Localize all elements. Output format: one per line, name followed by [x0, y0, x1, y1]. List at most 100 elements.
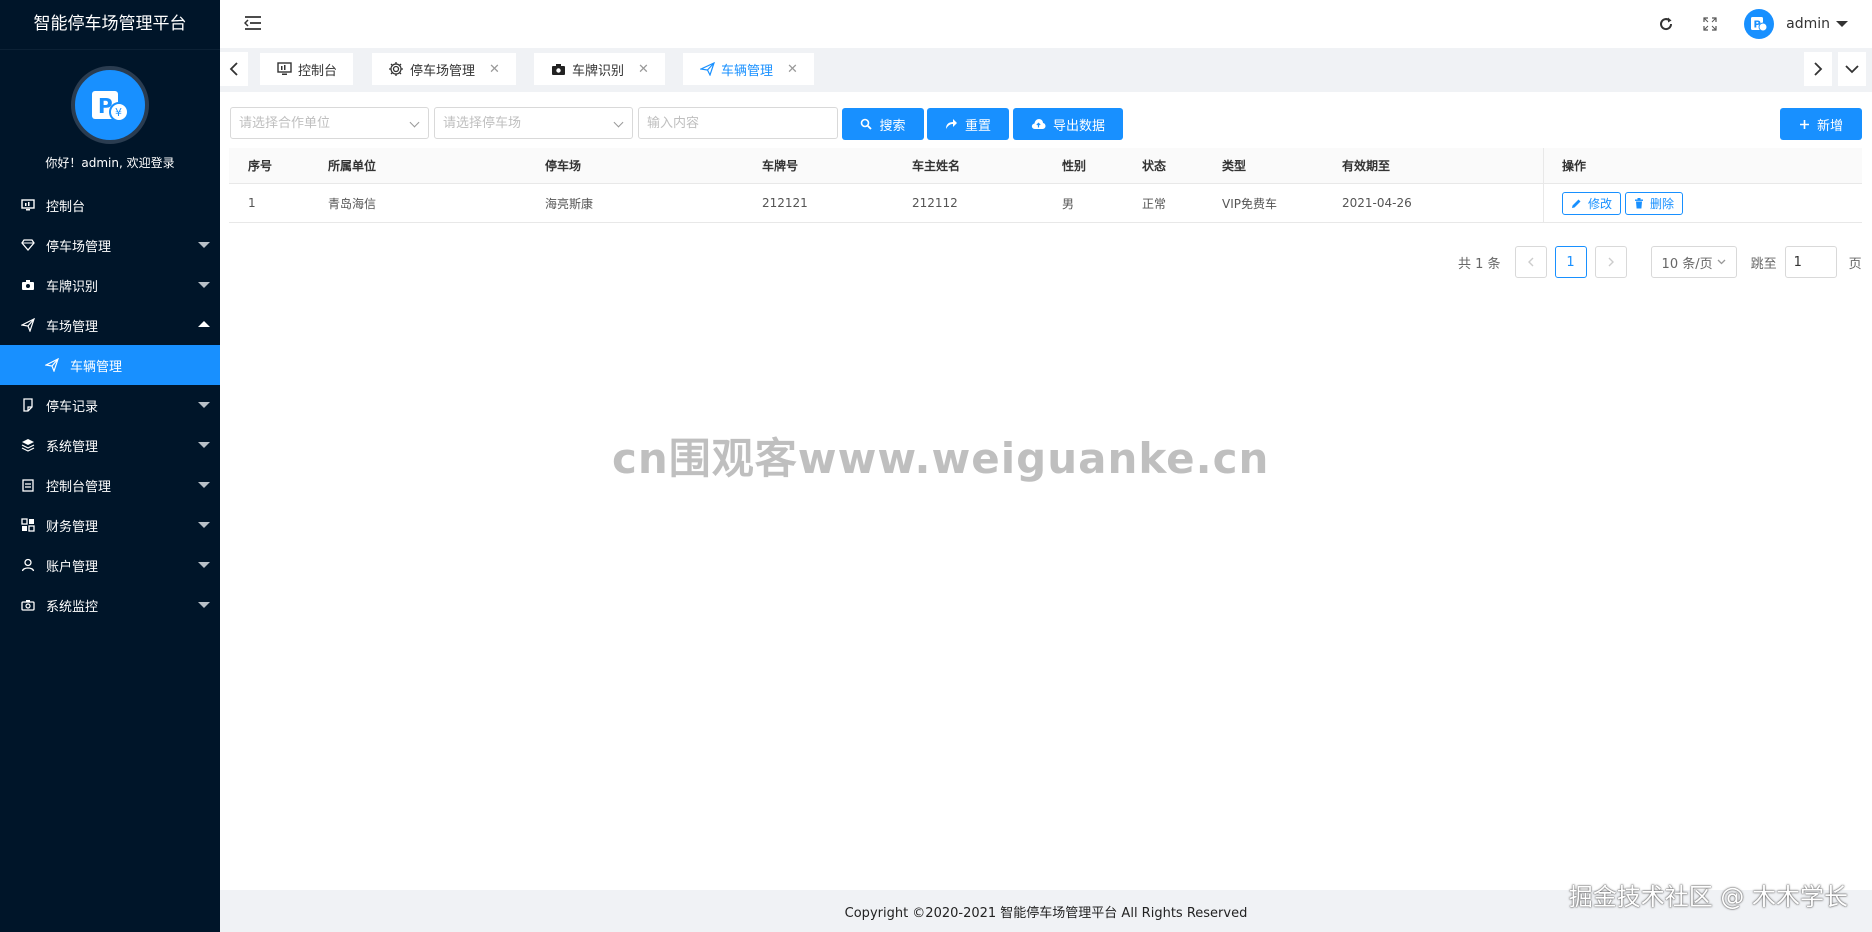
sidebar-item-yard[interactable]: 车场管理: [0, 305, 220, 345]
cell-plate: 212121: [762, 196, 808, 210]
sidebar-item-label: 停车记录: [46, 399, 99, 415]
caret-down-icon: [198, 602, 210, 608]
tabs-scroll-right-icon[interactable]: [1804, 52, 1832, 86]
parking-logo-icon: P: [1751, 17, 1768, 32]
refresh-icon[interactable]: [1656, 14, 1676, 34]
sidebar-item-label: 车场管理: [46, 319, 99, 335]
close-icon[interactable]: ✕: [489, 62, 500, 77]
tabs-bar: 控制台 停车场管理 ✕ 车牌识别 ✕ 车辆管理 ✕: [220, 48, 1872, 92]
page-number[interactable]: 1: [1554, 246, 1587, 278]
page-suffix: 页: [1848, 256, 1862, 272]
copyright-text: Copyright ©2020-2021 智能停车场管理平台 All Right…: [844, 905, 1248, 921]
page-size-select[interactable]: 10 条/页: [1650, 246, 1737, 278]
camera-icon: [20, 597, 36, 613]
user-name[interactable]: admin: [1786, 16, 1830, 32]
vehicle-table: 序号 所属单位 停车场 车牌号 车主姓名 性别 状态 类型 有效期至 操作 1 …: [229, 148, 1862, 223]
parking-logo-icon: P ¥: [92, 91, 129, 122]
sidebar-item-system[interactable]: 系统管理: [0, 425, 220, 465]
welcome-text: 你好！admin, 欢迎登录: [45, 156, 175, 170]
sidebar-item-label: 系统监控: [46, 599, 99, 615]
lot-select[interactable]: [434, 107, 633, 139]
diamond-icon: [20, 237, 36, 253]
caret-down-icon: [198, 402, 210, 408]
keyword-field[interactable]: [638, 107, 838, 139]
tab-plate-recognition[interactable]: 车牌识别 ✕: [534, 53, 665, 85]
sidebar-item-monitoring[interactable]: 系统监控: [0, 585, 220, 625]
user-avatar[interactable]: P: [1744, 9, 1775, 39]
sidebar-item-label: 车辆管理: [70, 359, 123, 375]
column-header: 停车场: [545, 159, 582, 173]
search-button[interactable]: 搜索: [842, 108, 924, 140]
add-button[interactable]: 新增: [1780, 108, 1862, 140]
caret-up-icon: [198, 321, 210, 327]
delete-button-label: 删除: [1650, 196, 1675, 211]
caret-down-icon: [198, 562, 210, 568]
column-header: 车主姓名: [912, 159, 961, 173]
fullscreen-icon[interactable]: [1700, 14, 1720, 34]
column-header: 所属单位: [328, 159, 377, 173]
next-page-button[interactable]: [1594, 246, 1627, 278]
tabs-scroll-left-icon[interactable]: [220, 52, 248, 86]
community-watermark: 掘金技术社区 @ 木木学长: [1568, 883, 1848, 911]
sidebar-item-vehicles[interactable]: 车辆管理: [0, 345, 220, 385]
lot-select-input[interactable]: [435, 108, 632, 138]
tab-vehicles[interactable]: 车辆管理 ✕: [683, 53, 814, 85]
svg-text:¥: ¥: [115, 106, 122, 119]
clipboard-icon: [20, 477, 36, 493]
chevron-down-icon: [1717, 259, 1726, 265]
sidebar-item-dashboard[interactable]: 控制台: [0, 185, 220, 225]
sidebar: 智能停车场管理平台 P ¥ 你好！admin, 欢迎登录 控制台 停车场管理 车…: [0, 0, 220, 932]
tab-parking[interactable]: 停车场管理 ✕: [372, 53, 516, 85]
column-header: 有效期至: [1342, 159, 1391, 173]
caret-down-icon[interactable]: [1836, 21, 1848, 27]
cell-unit: 青岛海信: [328, 196, 377, 211]
sidebar-item-parking[interactable]: 停车场管理: [0, 225, 220, 265]
reset-button[interactable]: 重置: [927, 108, 1009, 140]
tabs-menu-icon[interactable]: [1838, 52, 1866, 86]
sidebar-item-plate-recognition[interactable]: 车牌识别: [0, 265, 220, 305]
tab-label: 停车场管理: [410, 63, 476, 79]
monitor-icon: [276, 61, 292, 77]
keyword-input[interactable]: [639, 108, 837, 138]
cell-lot: 海亮斯康: [545, 196, 594, 211]
export-button[interactable]: 导出数据: [1013, 108, 1123, 140]
send-icon: [699, 61, 715, 77]
table-row: 1 青岛海信 海亮斯康 212121 212112 男 正常 VIP免费车 20…: [229, 184, 1862, 223]
trash-icon: [1634, 197, 1644, 209]
sidebar-item-label: 停车场管理: [46, 239, 112, 255]
close-icon[interactable]: ✕: [638, 62, 649, 77]
goto-page-input[interactable]: 1: [1784, 246, 1837, 278]
sidebar-item-finance[interactable]: 财务管理: [0, 505, 220, 545]
close-icon[interactable]: ✕: [787, 62, 798, 77]
add-button-label: 新增: [1816, 118, 1843, 134]
camera-icon: [20, 277, 36, 293]
partner-select-input[interactable]: [231, 108, 428, 138]
tab-dashboard[interactable]: 控制台: [260, 53, 354, 85]
search-button-label: 搜索: [879, 118, 906, 134]
sidebar-item-accounts[interactable]: 账户管理: [0, 545, 220, 585]
app-title: 智能停车场管理平台: [0, 0, 220, 50]
edit-button[interactable]: 修改: [1562, 191, 1622, 215]
tab-label: 车辆管理: [721, 63, 774, 79]
sidebar-item-parking-records[interactable]: 停车记录: [0, 385, 220, 425]
column-header: 类型: [1222, 159, 1247, 173]
chevron-left-icon: [1527, 257, 1534, 267]
partner-select[interactable]: [230, 107, 429, 139]
caret-down-icon: [198, 482, 210, 488]
profile: P ¥ 你好！admin, 欢迎登录: [0, 50, 220, 185]
column-header: 车牌号: [762, 159, 799, 173]
cloud-upload-icon: [1031, 118, 1046, 130]
sidebar-item-label: 控制台: [46, 199, 86, 215]
caret-down-icon: [198, 282, 210, 288]
caret-down-icon: [198, 522, 210, 528]
pagination: 共 1 条 1 10 条/页 跳至 1 页: [1458, 246, 1862, 278]
search-icon: [860, 118, 873, 130]
cell-status: 正常: [1142, 196, 1167, 211]
delete-button[interactable]: 删除: [1625, 191, 1684, 215]
table-header: 序号 所属单位 停车场 车牌号 车主姓名 性别 状态 类型 有效期至 操作: [229, 148, 1862, 184]
page-size-value: 10 条/页: [1661, 256, 1713, 272]
prev-page-button[interactable]: [1514, 246, 1547, 278]
menu-fold-icon[interactable]: [243, 15, 262, 31]
sidebar-item-console-admin[interactable]: 控制台管理: [0, 465, 220, 505]
avatar: P ¥: [71, 66, 149, 144]
